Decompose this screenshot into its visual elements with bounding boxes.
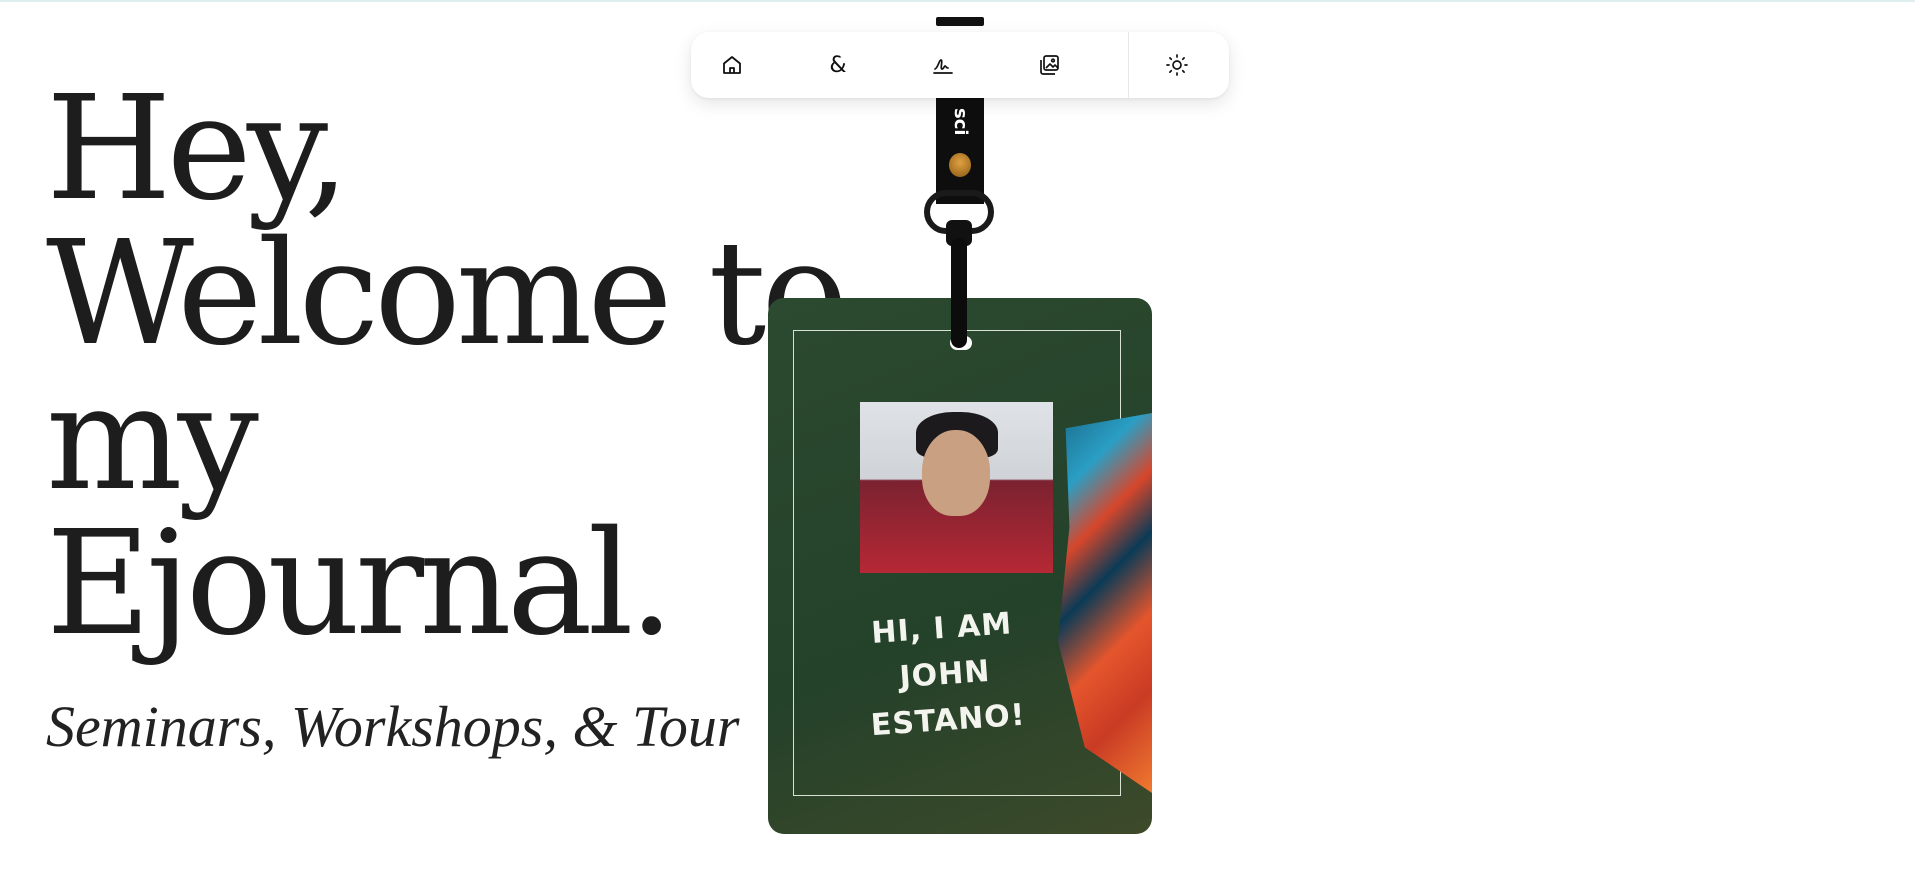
lanyard-hook[interactable] <box>951 238 967 348</box>
strap-logo-icon <box>949 153 971 177</box>
gallery-icon <box>1040 55 1059 75</box>
hero-line-1: Hey, <box>46 64 350 232</box>
profile-photo <box>860 402 1053 573</box>
nav-about-button[interactable]: & <box>818 45 858 85</box>
sun-icon <box>1166 54 1188 76</box>
nav-signature-button[interactable] <box>923 45 963 85</box>
theme-toggle-button[interactable] <box>1157 45 1197 85</box>
photo-face <box>922 430 990 516</box>
floating-nav: & <box>691 32 1229 98</box>
nav-gallery-button[interactable] <box>1029 45 1069 85</box>
ampersand-icon: & <box>829 52 847 78</box>
hero-line-4: Ejournal. <box>46 499 674 667</box>
id-badge[interactable]: HI, I AM JOHN ESTANO! <box>768 298 1152 834</box>
hero-line-3: my <box>46 354 259 522</box>
nav-divider <box>1128 32 1129 98</box>
badge-greeting: HI, I AM JOHN ESTANO! <box>855 600 1034 750</box>
nav-active-indicator <box>936 17 984 26</box>
lanyard-strap: sci <box>936 98 984 204</box>
hero-line-2: Welcome to <box>46 209 848 377</box>
hero-subtitle: Seminars, Workshops, & Tour <box>46 694 740 759</box>
strap-text: sci <box>950 108 971 136</box>
hero-heading: Hey, Welcome to my Ejournal. <box>46 64 848 667</box>
top-border <box>0 0 1915 2</box>
home-icon <box>723 56 741 74</box>
nav-home-button[interactable] <box>712 45 752 85</box>
signature-icon <box>933 59 953 74</box>
